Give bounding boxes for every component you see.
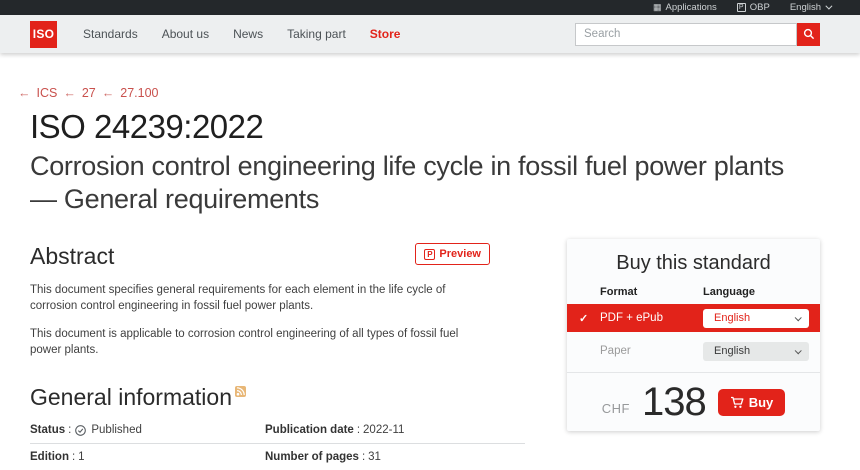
status-value: Published (91, 424, 142, 436)
status-label: Status (30, 424, 65, 436)
nav-item-standards[interactable]: Standards (83, 27, 138, 41)
page-content: ← ICS ← 27 ← 27.100 ISO 24239:2022 Corro… (0, 53, 860, 470)
price-row: CHF 138 Buy (567, 373, 820, 431)
obp-icon: P (737, 3, 746, 12)
nav-item-taking-part[interactable]: Taking part (287, 27, 346, 41)
chevron-down-icon (795, 314, 802, 321)
obp-label: OBP (750, 2, 770, 13)
format-option-paper[interactable]: Paper English (567, 339, 820, 363)
format-option-label: Paper (600, 345, 631, 357)
abstract-paragraph: This document specifies general requirem… (30, 282, 482, 314)
buy-button[interactable]: Buy (718, 389, 786, 416)
breadcrumb-link-27-100[interactable]: 27.100 (120, 86, 158, 100)
buy-standard-panel: Buy this standard Format Language ✓ PDF … (567, 239, 820, 431)
applications-label: Applications (666, 2, 717, 13)
nav-item-about-us[interactable]: About us (162, 27, 209, 41)
format-option-pdf-epub[interactable]: ✓ PDF + ePub English (567, 304, 820, 332)
edition-label: Edition (30, 451, 69, 463)
main-nav: Standards About us News Taking part Stor… (83, 27, 400, 41)
preview-button[interactable]: P Preview (415, 243, 490, 265)
nav-item-store[interactable]: Store (370, 27, 401, 41)
format-column-header: Format (600, 286, 637, 298)
pages-value: 31 (368, 451, 381, 463)
publication-date-label: Publication date (265, 424, 354, 436)
cart-icon (730, 396, 744, 409)
colon-separator: : (68, 424, 71, 436)
language-dropdown-paper[interactable]: English (703, 342, 809, 361)
breadcrumb-arrow-icon: ← (18, 86, 31, 100)
format-option-label: PDF + ePub (600, 312, 663, 324)
colon-separator: : (72, 451, 75, 463)
buy-button-label: Buy (749, 395, 774, 410)
search-button[interactable] (797, 23, 820, 46)
obp-link[interactable]: P OBP (737, 2, 770, 13)
breadcrumb-link-27[interactable]: 27 (82, 86, 96, 100)
general-info-heading: General information (30, 384, 232, 411)
selected-check-icon: ✓ (579, 312, 588, 325)
utility-topbar: ▦ Applications P OBP English (0, 0, 860, 15)
pages-label: Number of pages (265, 451, 359, 463)
chevron-down-icon (795, 347, 802, 354)
preview-document-icon: P (424, 249, 435, 260)
publication-date-value: 2022-11 (363, 424, 404, 436)
abstract-heading: Abstract (30, 243, 114, 270)
search-input[interactable] (575, 23, 797, 46)
site-header: ISO Standards About us News Taking part … (0, 15, 860, 53)
language-dropdown-pdf[interactable]: English (703, 309, 809, 328)
breadcrumb-arrow-icon: ← (102, 86, 115, 100)
edition-value: 1 (78, 451, 84, 463)
language-label: English (790, 2, 821, 13)
rss-icon[interactable] (235, 386, 246, 397)
publication-date-cell: Publication date : 2022-11 (265, 424, 525, 436)
abstract-header-row: Abstract P Preview (30, 243, 490, 270)
page-title: ISO 24239:2022 (30, 108, 830, 146)
general-info-heading-row: General information (30, 384, 525, 411)
language-dropdown-value: English (714, 312, 750, 324)
table-row: Edition : 1 Number of pages : 31 (30, 444, 525, 470)
iso-logo[interactable]: ISO (30, 21, 57, 48)
left-column: Abstract P Preview This document specifi… (30, 243, 525, 470)
edition-cell: Edition : 1 (30, 451, 265, 463)
breadcrumb-link-ics[interactable]: ICS (37, 86, 58, 100)
table-row: Status : Published Publication date : 20… (30, 417, 525, 444)
chevron-down-icon (825, 3, 832, 10)
breadcrumb-arrow-icon: ← (63, 86, 76, 100)
breadcrumb: ← ICS ← 27 ← 27.100 (18, 53, 830, 100)
buy-table-headers: Format Language (567, 286, 820, 304)
currency-label: CHF (602, 401, 630, 416)
applications-grid-icon: ▦ (653, 3, 662, 12)
language-selector[interactable]: English (790, 2, 830, 13)
colon-separator: : (357, 424, 360, 436)
abstract-paragraph: This document is applicable to corrosion… (30, 326, 482, 358)
preview-label: Preview (439, 248, 481, 260)
general-info-table: Status : Published Publication date : 20… (30, 417, 525, 470)
applications-menu[interactable]: ▦ Applications (653, 2, 717, 13)
search-bar (575, 23, 820, 46)
colon-separator: : (362, 451, 365, 463)
language-dropdown-value: English (714, 345, 750, 357)
published-check-icon (75, 425, 86, 436)
price-value: 138 (642, 380, 706, 425)
status-cell: Status : Published (30, 424, 265, 436)
document-subtitle: Corrosion control engineering life cycle… (30, 150, 804, 216)
language-column-header: Language (703, 286, 755, 298)
search-icon (803, 28, 815, 40)
pages-cell: Number of pages : 31 (265, 451, 525, 463)
buy-panel-title: Buy this standard (567, 239, 820, 286)
nav-item-news[interactable]: News (233, 27, 263, 41)
